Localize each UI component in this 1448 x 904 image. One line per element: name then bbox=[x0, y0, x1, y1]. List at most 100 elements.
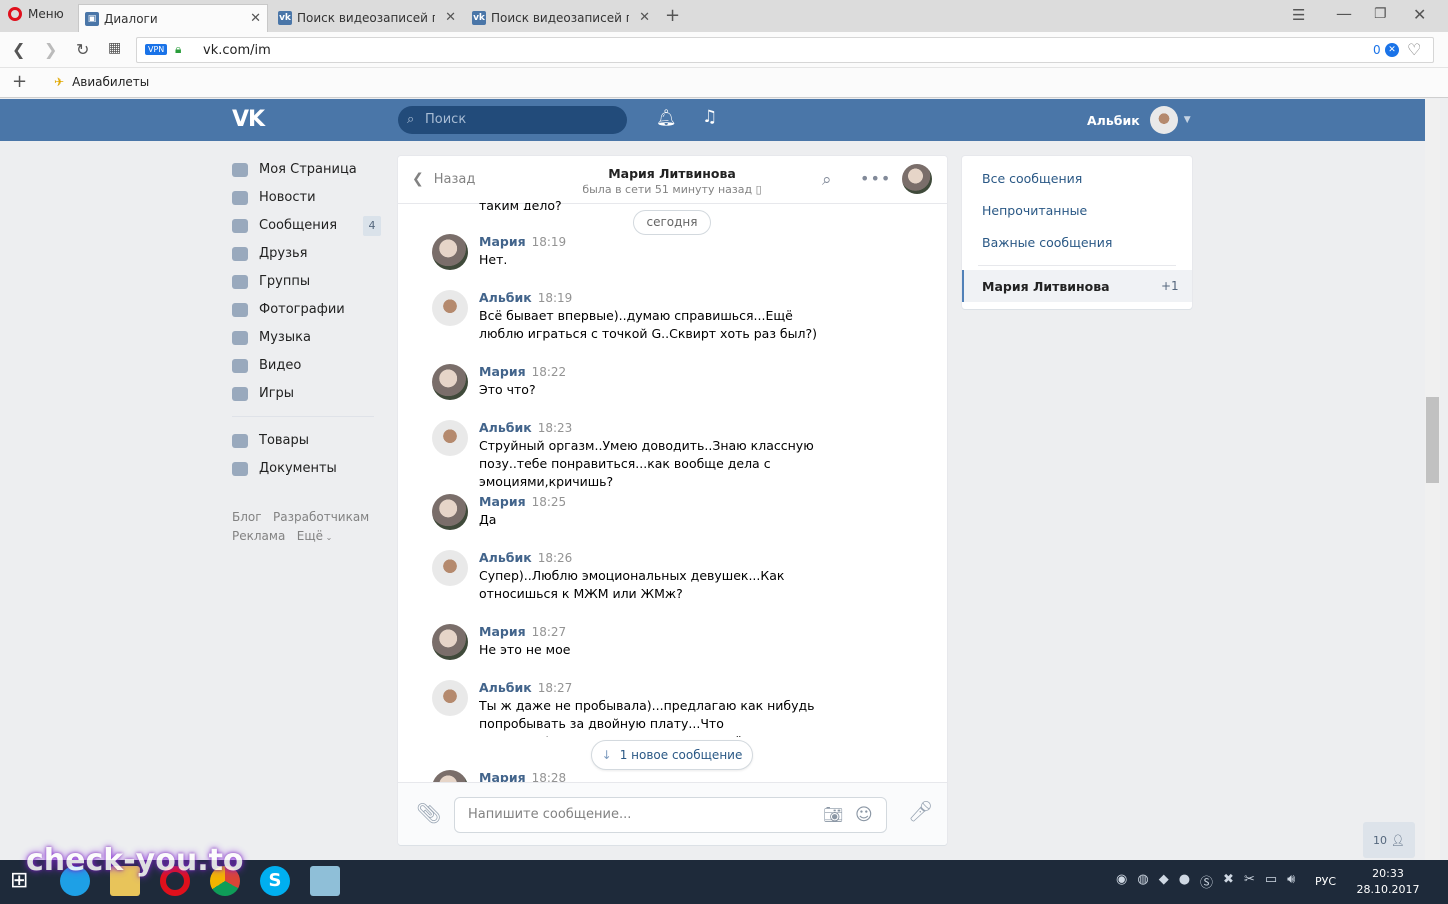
reload-icon[interactable]: ↻ bbox=[76, 40, 89, 59]
adblock-count[interactable]: 0 bbox=[1373, 43, 1381, 57]
speed-dial-icon[interactable]: ▦ bbox=[108, 40, 121, 56]
contact-avatar[interactable] bbox=[902, 164, 932, 194]
avatar[interactable] bbox=[432, 550, 468, 586]
sidebar-item-music[interactable]: Музыка bbox=[232, 324, 311, 352]
new-tab-plus-icon[interactable]: + bbox=[665, 5, 680, 26]
opera-menu-label: Меню bbox=[28, 7, 64, 21]
sidebar-item-documents[interactable]: Документы bbox=[232, 455, 337, 483]
message-author[interactable]: Альбик bbox=[479, 290, 532, 305]
vpn-badge[interactable]: VPN bbox=[145, 44, 168, 55]
tab-video-search-1[interactable]: vk Поиск видеозаписей по запросу ✕ bbox=[272, 4, 462, 32]
bookmark-aviatickets[interactable]: ✈ Авиабилеты bbox=[54, 75, 149, 89]
filter-all-messages[interactable]: Все сообщения bbox=[982, 171, 1082, 186]
message-author[interactable]: Альбик bbox=[479, 420, 532, 435]
sidebar-item-photos[interactable]: Фотографии bbox=[232, 296, 345, 324]
date-separator: сегодня bbox=[633, 210, 711, 235]
footer-blog-link[interactable]: Блог bbox=[232, 510, 262, 524]
skype-tray-icon[interactable]: Ⓢ bbox=[1200, 872, 1213, 891]
opera-menu-button[interactable]: Меню bbox=[8, 7, 64, 21]
avatar[interactable] bbox=[432, 494, 468, 530]
adblock-icon[interactable]: ✕ bbox=[1385, 43, 1399, 57]
avatar[interactable] bbox=[432, 290, 468, 326]
search-placeholder: Поиск bbox=[425, 112, 467, 127]
restore-icon[interactable]: ❐ bbox=[1374, 6, 1387, 22]
back-arrow-icon[interactable]: ❮ bbox=[12, 40, 25, 59]
tray-chat-icon[interactable]: ◆ bbox=[1159, 872, 1169, 891]
friends-online-widget[interactable]: 10 👤︎ bbox=[1363, 822, 1415, 858]
avatar[interactable] bbox=[432, 234, 468, 270]
notifications-bell-icon[interactable]: 🔔︎ bbox=[656, 108, 676, 127]
music-note-icon[interactable]: ♫ bbox=[702, 107, 717, 127]
header-search-input[interactable]: ⌕ Поиск bbox=[398, 106, 627, 134]
close-tab-icon[interactable]: ✕ bbox=[250, 11, 261, 26]
sidebar-item-groups[interactable]: Группы bbox=[232, 268, 310, 296]
close-tab-icon[interactable]: ✕ bbox=[639, 10, 650, 25]
close-window-icon[interactable]: ✕ bbox=[1413, 5, 1426, 24]
tab-video-search-2[interactable]: vk Поиск видеозаписей по запросу ✕ bbox=[466, 4, 656, 32]
sidebar-item-friends[interactable]: Друзья bbox=[232, 240, 308, 268]
avatar[interactable] bbox=[432, 680, 468, 716]
message-author[interactable]: Мария bbox=[479, 770, 526, 782]
footer-ads-link[interactable]: Реклама bbox=[232, 529, 285, 543]
vk-logo-icon[interactable]: VK bbox=[232, 107, 265, 132]
clock[interactable]: 20:33 28.10.2017 bbox=[1356, 866, 1420, 898]
avatar[interactable] bbox=[432, 420, 468, 456]
tab-title: Поиск видеозаписей по запросу bbox=[491, 11, 629, 25]
more-options-icon[interactable]: ••• bbox=[860, 169, 891, 188]
tab-dialogs[interactable]: ▣ Диалоги ✕ bbox=[78, 4, 268, 32]
sidebar-item-games[interactable]: Игры bbox=[232, 380, 294, 408]
microphone-icon[interactable]: 🎤︎ bbox=[908, 799, 933, 823]
sidebar-item-video[interactable]: Видео bbox=[232, 352, 301, 380]
camera-icon[interactable]: 📷︎ bbox=[823, 798, 843, 832]
minimize-icon[interactable]: — bbox=[1336, 4, 1352, 23]
volume-icon[interactable]: 🔊︎ bbox=[1287, 872, 1295, 891]
message-author[interactable]: Мария bbox=[479, 624, 526, 639]
scrollbar-thumb[interactable] bbox=[1426, 397, 1439, 483]
emoji-smile-icon[interactable]: ☺ bbox=[855, 798, 873, 832]
avatar[interactable] bbox=[432, 624, 468, 660]
avatar[interactable] bbox=[432, 770, 468, 782]
paperclip-icon[interactable]: 📎︎ bbox=[416, 801, 441, 825]
viber-icon[interactable]: ◍ bbox=[1137, 872, 1148, 891]
vk-favicon-icon: ▣ bbox=[85, 11, 99, 26]
network-error-icon[interactable]: ✖ bbox=[1223, 872, 1234, 891]
footer-dev-link[interactable]: Разработчикам bbox=[273, 510, 369, 524]
sidebar-item-my-page[interactable]: Моя Страница bbox=[232, 156, 357, 184]
tab-menu-icon[interactable]: ☰ bbox=[1292, 6, 1305, 24]
header-user-menu[interactable]: Альбик ▼ bbox=[1087, 106, 1191, 134]
footer-more-link[interactable]: Ещё bbox=[297, 529, 323, 543]
bookmark-heart-icon[interactable]: ♡ bbox=[1407, 40, 1421, 59]
message-text: Не это не мое bbox=[479, 642, 571, 657]
skype-icon[interactable]: S bbox=[260, 866, 290, 896]
network-icon[interactable]: ▭ bbox=[1265, 872, 1277, 891]
message-author[interactable]: Мария bbox=[479, 234, 526, 249]
message-author[interactable]: Альбик bbox=[479, 680, 532, 695]
new-message-pill[interactable]: ↓ 1 новое сообщение bbox=[591, 740, 753, 770]
page-scrollbar[interactable] bbox=[1425, 99, 1440, 860]
sidebar-item-goods[interactable]: Товары bbox=[232, 427, 309, 455]
forward-arrow-icon[interactable]: ❯ bbox=[44, 40, 57, 59]
message: Альбик 18:23 Струйный оргазм..Умею доводи… bbox=[432, 420, 912, 489]
close-tab-icon[interactable]: ✕ bbox=[445, 10, 456, 25]
tray-app-icon[interactable]: ◉ bbox=[1116, 872, 1127, 891]
avatar[interactable] bbox=[432, 364, 468, 400]
message-author[interactable]: Мария bbox=[479, 494, 526, 509]
search-icon[interactable]: ⌕ bbox=[822, 170, 832, 190]
tray-green-icon[interactable]: ● bbox=[1179, 872, 1190, 891]
sidebar-item-label: Товары bbox=[259, 433, 310, 448]
message-author[interactable]: Альбик bbox=[479, 550, 532, 565]
url-field[interactable]: VPN 🔒︎ vk.com/im 0 ✕ ♡ bbox=[136, 37, 1434, 63]
filter-important[interactable]: Важные сообщения bbox=[982, 235, 1112, 250]
active-dialog-item[interactable]: Мария Литвинова +1 bbox=[962, 270, 1192, 302]
sidebar-item-news[interactable]: Новости bbox=[232, 184, 316, 212]
sidebar-item-messages[interactable]: Сообщения 4 bbox=[232, 212, 382, 240]
message-input[interactable]: Напишите сообщение... 📷︎ ☺ bbox=[454, 797, 887, 833]
notepad-icon[interactable] bbox=[310, 866, 340, 896]
message-text: Ты ж даже не пробывала)...предлагаю как … bbox=[479, 698, 815, 737]
tray-tools-icon[interactable]: ✂ bbox=[1244, 872, 1255, 891]
message-author[interactable]: Мария bbox=[479, 364, 526, 379]
language-indicator[interactable]: РУС bbox=[1315, 875, 1336, 888]
add-bookmark-icon[interactable]: + bbox=[12, 71, 27, 92]
url-text[interactable]: vk.com/im bbox=[203, 43, 271, 58]
filter-unread[interactable]: Непрочитанные bbox=[982, 203, 1087, 218]
